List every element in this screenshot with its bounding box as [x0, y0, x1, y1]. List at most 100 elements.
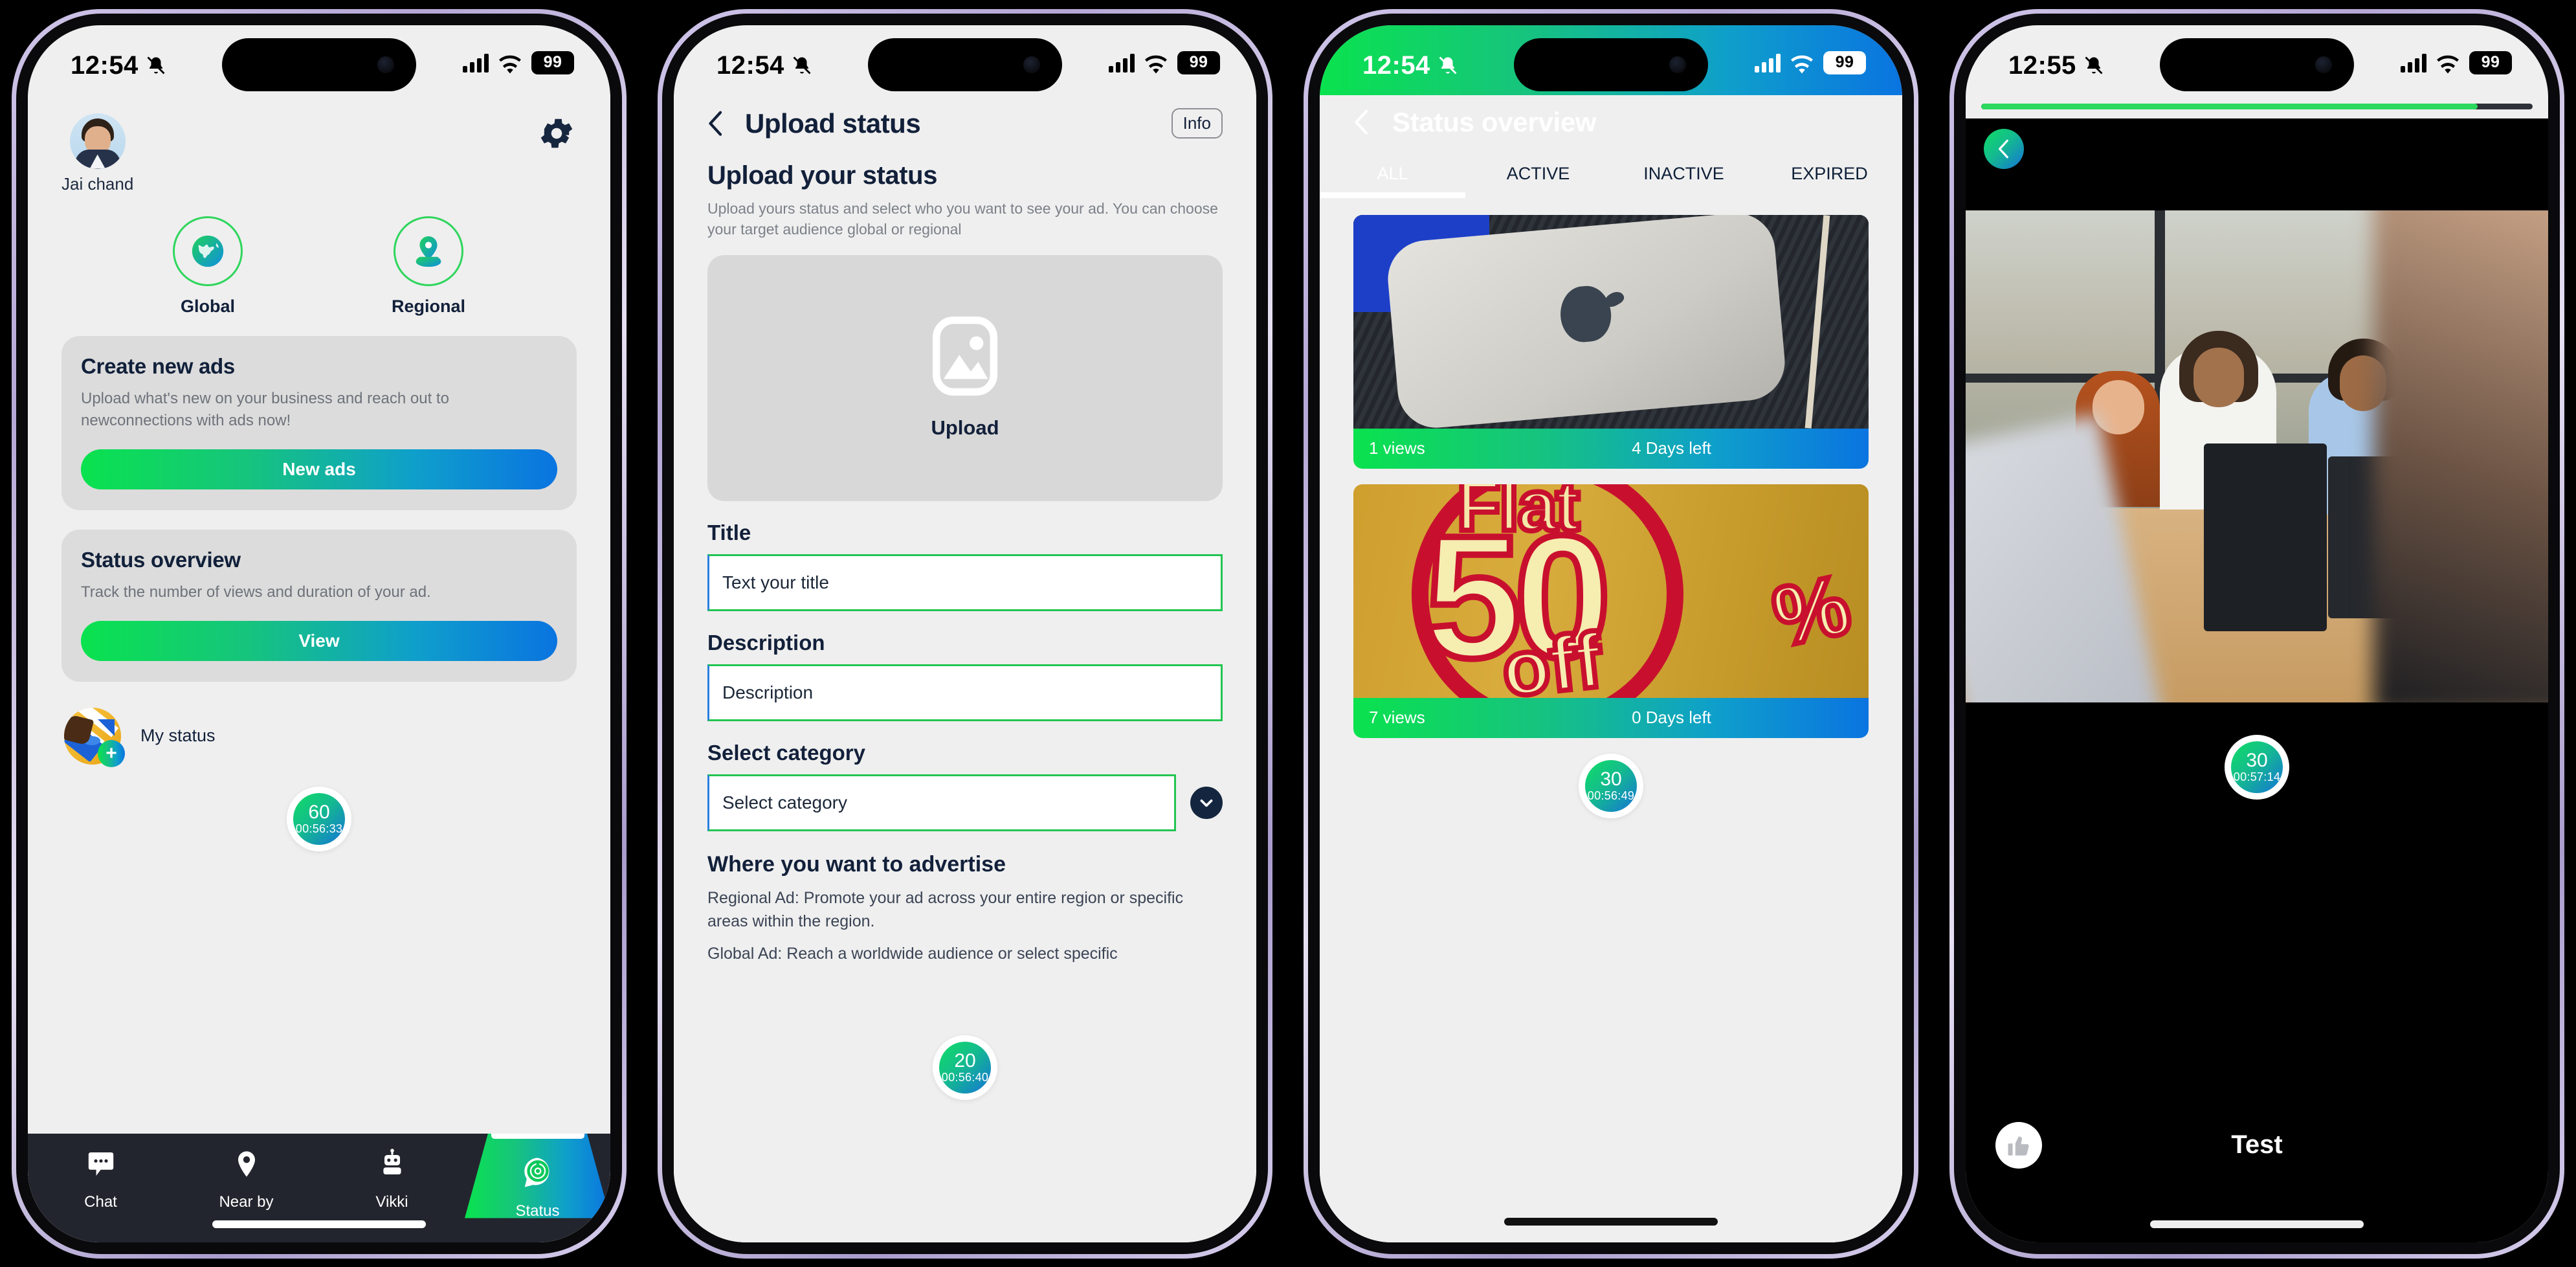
location-pin-icon [231, 1149, 262, 1184]
phone-2: 12:54 99 Upload status Info Upload your … [658, 8, 1272, 1259]
timer-time: 00:56:40 [941, 1071, 989, 1084]
title-input[interactable]: Text your title [707, 554, 1223, 611]
status-card-meta: 1 views 4 Days left [1353, 428, 1869, 469]
days-left: 4 Days left [1632, 438, 1711, 458]
info-button[interactable]: Info [1171, 108, 1223, 139]
category-select[interactable]: Select category [707, 774, 1176, 831]
page-title: Upload status [745, 107, 921, 139]
cellular-icon [1109, 53, 1135, 73]
mode-regional[interactable]: Regional [392, 216, 465, 317]
phone-1: 12:54 99 Jai chand Global Regional Creat… [12, 8, 627, 1259]
timer-area: 30 00:56:49 [1353, 753, 1869, 818]
progress-fill [1981, 104, 2478, 109]
image-placeholder-icon [930, 316, 1000, 399]
thumbs-up-icon [2008, 1136, 2029, 1156]
profile-block[interactable]: Jai chand [61, 113, 133, 194]
battery-icon: 99 [1177, 50, 1220, 74]
section-subtext: Upload yours status and select who you w… [707, 199, 1218, 238]
status-swirl-icon [520, 1155, 555, 1194]
home-indicator [2150, 1220, 2364, 1228]
bell-off-icon [792, 54, 812, 76]
status-card-meta: 7 views 0 Days left [1353, 697, 1869, 738]
description-field-label: Description [707, 630, 825, 655]
wifi-icon [2436, 53, 2460, 74]
tab-chat[interactable]: Chat [28, 1134, 173, 1242]
session-timer-badge: 60 00:56:33 [287, 786, 351, 851]
battery-icon: 99 [1823, 50, 1866, 74]
title-field-label: Title [707, 520, 751, 544]
page-title: Status overview [1392, 106, 1597, 137]
status-card[interactable]: Flat 50 % off 7 views 0 Days left [1353, 484, 1869, 738]
home-screen: Jai chand Global Regional Create new ads… [28, 95, 610, 1242]
chevron-left-icon[interactable] [1351, 107, 1373, 137]
category-field-label: Select category [707, 740, 865, 765]
new-ads-button[interactable]: New ads [81, 449, 557, 490]
upload-dropzone[interactable]: Upload [707, 254, 1223, 501]
cellular-icon [1755, 53, 1781, 73]
section-heading: Upload your status [707, 161, 938, 190]
timer-count: 20 [954, 1050, 976, 1071]
title-input-value: Text your title [722, 572, 829, 592]
tab-active[interactable]: ACTIVE [1465, 164, 1611, 198]
home-indicator [1504, 1217, 1718, 1226]
status-card[interactable]: 1 views 4 Days left [1353, 214, 1869, 469]
views-count: 7 views [1369, 708, 1425, 727]
upload-status-screen: Upload status Info Upload your status Up… [674, 95, 1256, 1242]
wifi-icon [498, 53, 522, 74]
status-overview-card: Status overview Track the number of view… [61, 530, 577, 682]
status-caption: Test [2231, 1130, 2283, 1159]
create-ads-card: Create new ads Upload what's new on your… [61, 335, 577, 511]
bell-off-icon [146, 54, 166, 76]
view-button[interactable]: View [81, 620, 557, 661]
description-input[interactable]: Description [707, 664, 1223, 721]
chevron-left-icon[interactable] [705, 109, 727, 139]
bell-off-icon [1438, 54, 1458, 76]
advertise-heading: Where you want to advertise [707, 851, 1006, 877]
my-status-avatar[interactable]: + [64, 707, 125, 767]
plus-icon[interactable]: + [98, 739, 125, 767]
my-status-row[interactable]: + My status [28, 682, 610, 767]
category-row: Select category [707, 765, 1223, 831]
timer-area: 60 00:56:33 [28, 765, 610, 1134]
status-thumbnail [1353, 214, 1869, 429]
card-description: Track the number of views and duration o… [81, 583, 431, 601]
timer-count: 60 [308, 802, 330, 824]
session-timer-badge: 30 00:57:14 [2225, 734, 2289, 800]
robot-icon [377, 1149, 408, 1184]
tab-expired[interactable]: EXPIRED [1757, 164, 1902, 198]
card-description: Upload what's new on your business and r… [81, 389, 449, 430]
advertise-global-text: Global Ad: Reach a worldwide audience or… [707, 945, 1118, 963]
tab-all[interactable]: ALL [1320, 164, 1465, 198]
like-button[interactable] [1995, 1121, 2042, 1169]
timer-time: 00:57:14 [2233, 770, 2281, 783]
avatar[interactable] [69, 113, 126, 169]
battery-level: 99 [1835, 53, 1854, 71]
viewer-footer: Test [1966, 1048, 2548, 1242]
gear-icon[interactable] [537, 113, 577, 153]
status-viewer-screen: 12:55 99 30 00:57:14 Test [1966, 25, 2548, 1242]
page-header: Status overview [1320, 95, 1902, 138]
dynamic-island [2160, 38, 2354, 91]
timer-time: 00:56:49 [1587, 789, 1635, 802]
globe-icon [172, 216, 243, 286]
home-indicator [212, 1220, 426, 1228]
back-button[interactable] [1984, 128, 2024, 169]
dynamic-island [222, 38, 416, 91]
bottom-tab-bar: Chat Near by Vikki Status [28, 1133, 610, 1242]
story-progress-bar [1966, 95, 2548, 118]
status-time: 12:54 [71, 50, 139, 80]
status-image [1966, 210, 2548, 702]
timer-time: 00:56:33 [295, 822, 343, 836]
cellular-icon [2401, 53, 2426, 73]
phone-3: 12:54 99 Status overview ALL ACTIVE INAC… [1304, 8, 1918, 1259]
my-status-label: My status [140, 726, 216, 746]
tab-inactive[interactable]: INACTIVE [1611, 164, 1757, 198]
status-card-list: 1 views 4 Days left Flat 50 % off 7 view… [1320, 197, 1902, 1242]
session-timer-badge: 20 00:56:40 [933, 1035, 997, 1100]
card-title: Status overview [81, 548, 241, 572]
tab-label: Near by [219, 1193, 274, 1211]
mode-global[interactable]: Global [172, 216, 243, 317]
chevron-down-icon[interactable] [1190, 786, 1223, 819]
filter-tabs: ALL ACTIVE INACTIVE EXPIRED [1320, 164, 1902, 198]
page-header: Upload status Info [674, 95, 1256, 139]
